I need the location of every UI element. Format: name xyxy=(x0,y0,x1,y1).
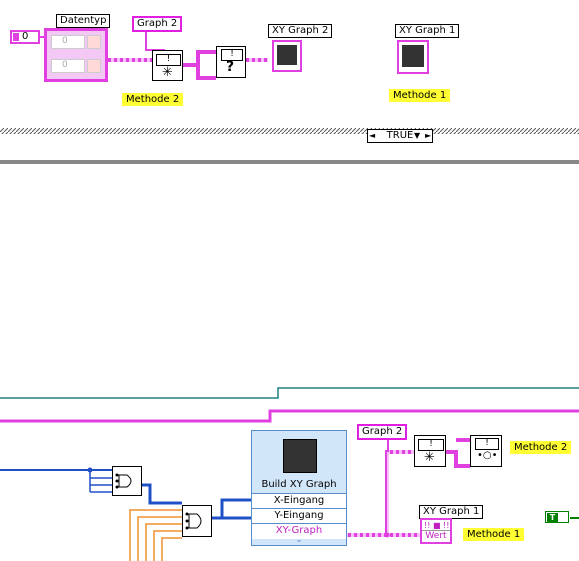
reference-icon: ✳ xyxy=(424,450,435,465)
cluster-element-d xyxy=(87,59,101,73)
xy-graph2-terminal[interactable] xyxy=(272,40,302,72)
methode1-comment-top: Methode 1 xyxy=(389,89,451,102)
property-node-bottom[interactable]: ! ✳ xyxy=(414,435,446,467)
block-diagram: 0 Datentyp 0 0 Graph 2 ! ✳ ! ? XY Graph … xyxy=(0,0,579,561)
datentyp-cluster-constant[interactable]: 0 0 xyxy=(44,28,108,82)
xy-graph1-property-node[interactable]: !! ■ !! Wert xyxy=(420,518,452,544)
build-xy-graph-vi[interactable]: Build XY Graph X-Eingang Y-Eingang XY-Gr… xyxy=(251,430,347,546)
reference-icon: ✳ xyxy=(162,65,173,80)
wert-property[interactable]: Wert xyxy=(422,530,450,541)
numeric-constant[interactable]: 0 xyxy=(10,30,40,44)
datentyp-label: Datentyp xyxy=(56,14,111,28)
y-eingang-input[interactable]: Y-Eingang xyxy=(252,508,346,524)
build-xy-graph-icon xyxy=(283,439,317,473)
x-eingang-input[interactable]: X-Eingang xyxy=(252,493,346,509)
case-prev-arrow[interactable]: ◄ xyxy=(369,130,375,142)
invoke-node-bottom[interactable]: ! •○• xyxy=(470,435,502,467)
bundle-node-1[interactable] xyxy=(112,466,142,496)
divider xyxy=(0,160,579,164)
cluster-element-c xyxy=(87,35,101,49)
boolean-true-value: T xyxy=(547,513,558,522)
methode1-comment-bottom: Methode 1 xyxy=(463,528,525,541)
graph-icon xyxy=(277,45,297,65)
case-next-arrow[interactable]: ► xyxy=(425,130,431,142)
cluster-element-a: 0 xyxy=(51,35,85,49)
methode2-comment-bottom: Methode 2 xyxy=(510,441,572,454)
bundle-node-2[interactable] xyxy=(182,505,212,537)
property-node-top[interactable]: ! ✳ xyxy=(152,50,183,81)
methode2-comment-top: Methode 2 xyxy=(122,93,184,106)
graph-icon xyxy=(402,45,424,67)
numeric-constant-value: 0 xyxy=(22,31,29,42)
case-dropdown-arrow[interactable]: ▼ xyxy=(414,130,420,142)
boolean-true-constant[interactable]: T xyxy=(545,511,569,523)
invoke-node-top[interactable]: ! ? xyxy=(216,46,246,78)
bundle-icon xyxy=(185,512,202,530)
graph2-ref-bottom[interactable]: Graph 2 xyxy=(357,424,408,440)
bundle-icon xyxy=(115,473,132,489)
xy-graph1-label-bottom: XY Graph 1 xyxy=(419,505,484,519)
method-icon: •○• xyxy=(477,450,498,461)
invoke-node-header: ! xyxy=(475,438,499,450)
expand-arrow[interactable]: ⌄ xyxy=(252,535,346,545)
xy-graph2-label: XY Graph 2 xyxy=(268,24,333,38)
xy-graph1-terminal-top[interactable] xyxy=(397,40,429,74)
case-structure-border xyxy=(0,128,579,134)
property-node-header-icon: !! ■ !! xyxy=(424,521,450,530)
question-icon: ? xyxy=(226,59,235,75)
case-selector-value: TRUE xyxy=(386,130,414,141)
cluster-element-b: 0 xyxy=(51,59,85,73)
graph2-ref-top[interactable]: Graph 2 xyxy=(132,16,183,32)
case-selector[interactable]: ◄ TRUE ▼ ► xyxy=(367,129,433,143)
xy-graph1-label-top: XY Graph 1 xyxy=(395,24,460,38)
build-xy-graph-title: Build XY Graph xyxy=(261,479,337,490)
